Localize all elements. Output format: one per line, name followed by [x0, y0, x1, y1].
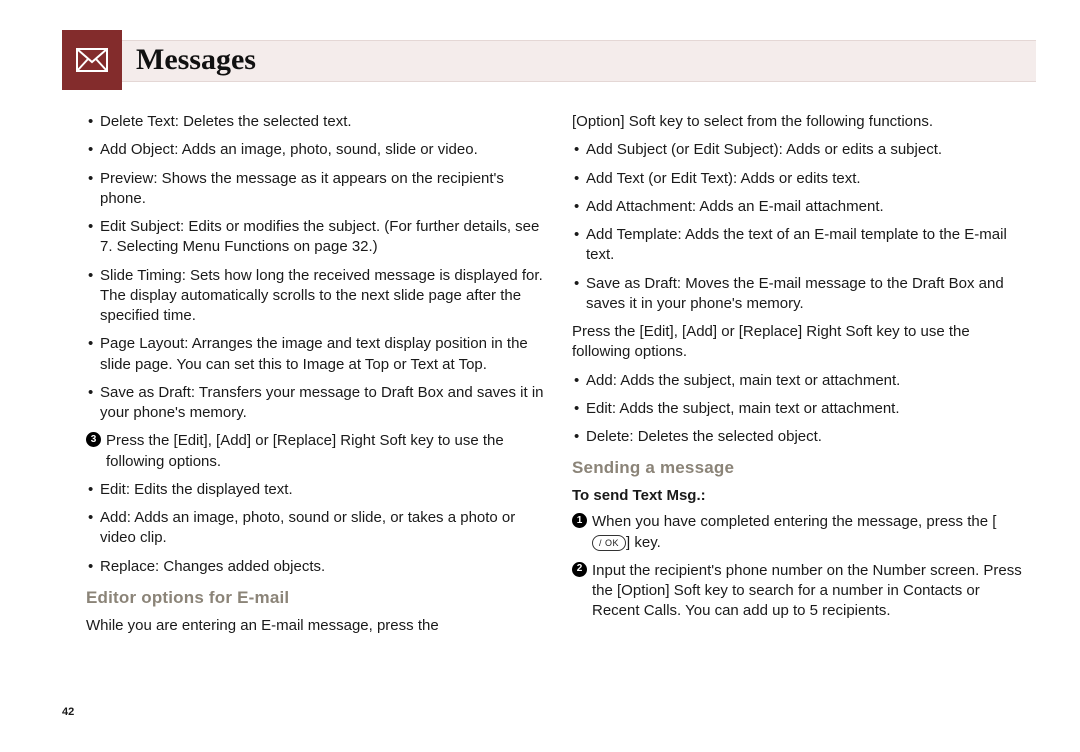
- step-text-part: ] key.: [626, 534, 661, 551]
- bullet-list: Delete Text: Deletes the selected text. …: [86, 112, 544, 423]
- bullet-item: Add Object: Adds an image, photo, sound,…: [86, 140, 544, 160]
- section-header: Messages: [56, 34, 1036, 94]
- bullet-item: Preview: Shows the message as it appears…: [86, 169, 544, 210]
- bullet-item: Add Attachment: Adds an E-mail attachmen…: [572, 197, 1030, 217]
- bullet-item: Edit: Adds the subject, main text or att…: [572, 399, 1030, 419]
- step-text: Input the recipient's phone number on th…: [592, 562, 1022, 620]
- bullet-item: Edit: Edits the displayed text.: [86, 480, 544, 500]
- manual-page: Messages Delete Text: Deletes the select…: [0, 0, 1080, 752]
- bullet-item: Page Layout: Arranges the image and text…: [86, 334, 544, 375]
- bullet-item: Add: Adds the subject, main text or atta…: [572, 371, 1030, 391]
- bullet-item: Delete Text: Deletes the selected text.: [86, 112, 544, 132]
- left-column: Delete Text: Deletes the selected text. …: [86, 112, 544, 644]
- bullet-item: Add: Adds an image, photo, sound or slid…: [86, 508, 544, 549]
- procedure-title: To send Text Msg.:: [572, 486, 1030, 506]
- step-badge-3: 3: [86, 432, 101, 447]
- bullet-item: Add Template: Adds the text of an E-mail…: [572, 225, 1030, 266]
- bullet-item: Edit Subject: Edits or modifies the subj…: [86, 217, 544, 258]
- numbered-step-1: 1 When you have completed entering the m…: [572, 512, 1030, 553]
- ok-key-icon: / OK: [592, 535, 626, 551]
- page-number: 42: [62, 706, 74, 718]
- bullet-item: Save as Draft: Moves the E-mail message …: [572, 274, 1030, 315]
- step-badge-1: 1: [572, 513, 587, 528]
- bullet-item: Replace: Changes added objects.: [86, 557, 544, 577]
- paragraph: While you are entering an E-mail message…: [86, 616, 544, 636]
- step-badge-2: 2: [572, 562, 587, 577]
- section-title: Messages: [136, 40, 256, 80]
- subsection-heading: Editor options for E-mail: [86, 587, 544, 610]
- bullet-list: Edit: Edits the displayed text. Add: Add…: [86, 480, 544, 577]
- bullet-list: Add: Adds the subject, main text or atta…: [572, 371, 1030, 448]
- bullet-list: Add Subject (or Edit Subject): Adds or e…: [572, 140, 1030, 314]
- header-badge: [62, 30, 122, 90]
- bullet-item: Add Text (or Edit Text): Adds or edits t…: [572, 169, 1030, 189]
- step-text: Press the [Edit], [Add] or [Replace] Rig…: [106, 432, 504, 469]
- paragraph: [Option] Soft key to select from the fol…: [572, 112, 1030, 132]
- paragraph: Press the [Edit], [Add] or [Replace] Rig…: [572, 322, 1030, 363]
- right-column: [Option] Soft key to select from the fol…: [572, 112, 1030, 644]
- bullet-item: Delete: Deletes the selected object.: [572, 427, 1030, 447]
- bullet-item: Save as Draft: Transfers your message to…: [86, 383, 544, 424]
- envelope-icon: [76, 48, 108, 72]
- bullet-item: Slide Timing: Sets how long the received…: [86, 266, 544, 327]
- numbered-step-2: 2 Input the recipient's phone number on …: [572, 561, 1030, 622]
- numbered-step-3: 3 Press the [Edit], [Add] or [Replace] R…: [86, 431, 544, 472]
- step-text-part: When you have completed entering the mes…: [592, 513, 996, 530]
- bullet-item: Add Subject (or Edit Subject): Adds or e…: [572, 140, 1030, 160]
- content-columns: Delete Text: Deletes the selected text. …: [56, 112, 1036, 644]
- subsection-heading: Sending a message: [572, 457, 1030, 480]
